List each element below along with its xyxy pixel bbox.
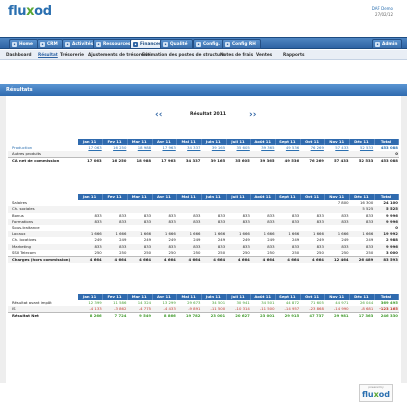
value-cell: 4 664 xyxy=(226,255,251,263)
value-cell: 34 337 xyxy=(176,157,202,165)
value-cell: 20 627 xyxy=(226,312,251,320)
app-logo[interactable]: fluxod xyxy=(8,4,52,19)
panel-title: Résultats xyxy=(0,84,407,96)
activities-icon: • xyxy=(65,42,70,47)
value-cell: 4 664 xyxy=(201,255,227,263)
subnav-item[interactable]: Rapports xyxy=(283,52,304,57)
value-cell: 17 963 xyxy=(152,157,177,165)
tab-label: Activités xyxy=(72,42,94,47)
subnav-item[interactable]: Dashboard xyxy=(6,52,32,57)
value-cell: 4 664 xyxy=(176,255,202,263)
value-cell: 4 664 xyxy=(102,255,128,263)
admin-icon: • xyxy=(375,42,380,47)
right-gutter xyxy=(401,96,407,383)
value-cell: 29 915 xyxy=(275,312,301,320)
value-cell: 26 489 xyxy=(349,255,375,263)
table-row: CA net de commission 17 063 16 250 18 988 17… xyxy=(8,157,399,165)
value-cell: 57 433 xyxy=(324,157,350,165)
config-icon: • xyxy=(196,42,201,47)
table-row: Résultat Net 8 266 7 724 9 549 8 866 19 782 23… xyxy=(8,312,399,320)
value-cell: 52 533 xyxy=(349,157,375,165)
tab-crm[interactable]: • CRM xyxy=(37,39,63,49)
previous-period-button[interactable]: ‹‹ xyxy=(155,110,162,120)
subnav-item[interactable]: Notes de frais xyxy=(220,52,253,57)
value-cell: 23 001 xyxy=(250,312,276,320)
subnav-item[interactable]: Ventes xyxy=(256,52,272,57)
period-title: Résultat 2011 xyxy=(190,112,227,117)
row-label: Charges (hors commission) xyxy=(8,255,78,263)
charges-table: Jan 11 Fev 11 Mar 11 Avr 11 Mai 11 Juin 11 Jui… xyxy=(8,194,400,263)
value-cell: 9 549 xyxy=(127,312,153,320)
revenue-table: Jan 11 Fev 11 Mar 11 Avr 11 Mai 11 Juin 11 Jui… xyxy=(8,139,400,165)
value-cell: 76 269 xyxy=(300,157,325,165)
crm-icon: • xyxy=(40,42,45,47)
value-cell: 19 782 xyxy=(176,312,202,320)
row-label: CA net de commission xyxy=(8,157,78,165)
value-cell: 4 664 xyxy=(127,255,153,263)
config-hr-icon: • xyxy=(225,42,230,47)
left-gutter xyxy=(0,96,6,383)
footer: powered by fluxod xyxy=(0,384,407,407)
value-cell: 4 664 xyxy=(300,255,325,263)
value-cell: 23 001 xyxy=(201,312,227,320)
value-cell: 18 988 xyxy=(127,157,153,165)
value-cell: 4 664 xyxy=(78,255,103,263)
subnav-item[interactable]: Estimation des postes de structure xyxy=(142,52,225,57)
tab-label: Config RH xyxy=(232,42,256,47)
value-cell: 47 737 xyxy=(300,312,325,320)
value-cell: 35 605 xyxy=(226,157,251,165)
tab-label: Home xyxy=(19,42,33,47)
value-cell: 12 464 xyxy=(324,255,350,263)
total-cell: 246 330 xyxy=(374,312,399,320)
resources-icon: • xyxy=(96,42,101,47)
tab-label: Admin xyxy=(382,42,398,47)
finances-icon: • xyxy=(133,42,138,47)
value-cell: 39 365 xyxy=(250,157,276,165)
value-cell: 4 664 xyxy=(250,255,276,263)
home-icon: • xyxy=(12,42,17,47)
tab-home[interactable]: • Home xyxy=(9,39,38,49)
quality-icon: • xyxy=(163,42,168,47)
main-navigation: • Home • CRM • Activités • Ressources • Finances •… xyxy=(0,37,407,49)
value-cell: 4 664 xyxy=(275,255,301,263)
tab-label: Qualité xyxy=(170,42,188,47)
next-period-button[interactable]: ›› xyxy=(249,110,256,120)
user-info: DAF Demo 27/02/12 xyxy=(372,6,393,17)
footer-logo: powered by fluxod xyxy=(359,384,393,402)
value-cell: 29 981 xyxy=(324,312,350,320)
tab-config-hr[interactable]: • Config RH xyxy=(222,39,261,49)
tab-label: Ressources xyxy=(103,42,131,47)
user-name[interactable]: DAF Demo xyxy=(372,6,393,12)
tab-admin[interactable]: • Admin xyxy=(372,39,403,49)
value-cell: 39 165 xyxy=(201,157,227,165)
value-cell: 49 536 xyxy=(275,157,301,165)
subnav-item[interactable]: Trésorerie xyxy=(60,52,84,57)
subnav-item[interactable]: Ajustements de trésorerie xyxy=(88,52,150,57)
value-cell: 16 250 xyxy=(102,157,128,165)
total-cell: 453 088 xyxy=(374,157,399,165)
tab-label: Finances xyxy=(140,42,162,47)
value-cell: 17 363 xyxy=(349,312,375,320)
period-pager: ‹‹ Résultat 2011 ›› xyxy=(0,110,407,120)
subnav-item[interactable]: Résultat xyxy=(38,52,58,57)
value-cell: 8 866 xyxy=(152,312,177,320)
sub-navigation: Dashboard Résultat Trésorerie Ajustements d… xyxy=(0,50,407,60)
current-date: 27/02/12 xyxy=(375,11,393,17)
result-table: Jan 11 Fev 11 Mar 11 Avr 11 Mai 11 Juin 11 Jui… xyxy=(8,294,400,320)
tab-config[interactable]: • Config. xyxy=(193,39,226,49)
row-label: Résultat Net xyxy=(8,312,78,320)
value-cell: 7 724 xyxy=(102,312,128,320)
value-cell: 8 266 xyxy=(78,312,103,320)
table-row: Charges (hors commission) 4 664 4 664 4 664… xyxy=(8,255,399,263)
total-cell: 83 593 xyxy=(374,255,399,263)
value-cell: 4 664 xyxy=(152,255,177,263)
value-cell: 17 063 xyxy=(78,157,103,165)
top-header: fluxod DAF Demo 27/02/12 xyxy=(0,0,407,36)
tab-quality[interactable]: • Qualité xyxy=(160,39,193,49)
tab-label: Config. xyxy=(203,42,221,47)
tab-label: CRM xyxy=(47,42,58,47)
